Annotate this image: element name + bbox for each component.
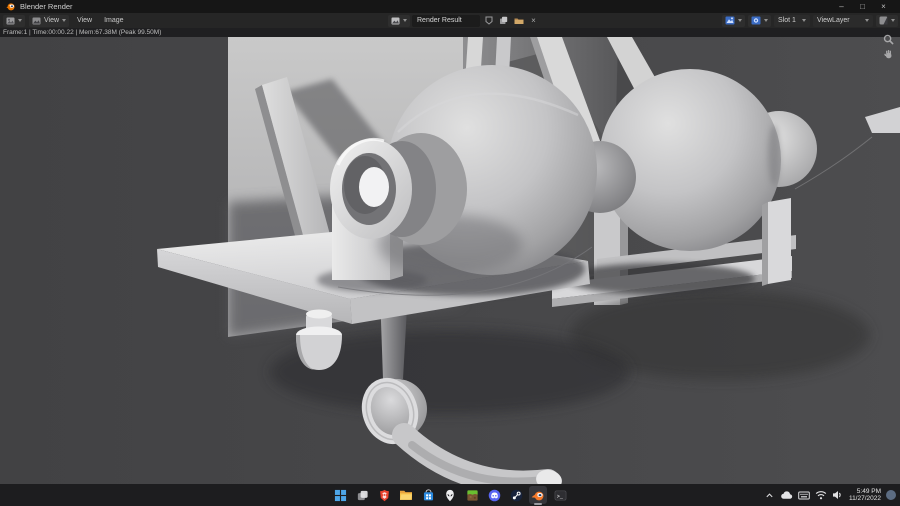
windows-taskbar: >_ 5:49 PM 11/27/2022 [0,484,900,506]
chevron-down-icon [62,19,67,22]
blue-image-icon [725,16,735,25]
image-pin-toggle[interactable] [722,14,745,27]
image-icon [391,17,400,25]
onedrive-cloud-icon[interactable] [781,489,793,501]
render-info-bar: Frame:1 | Time:00:00.22 | Mem:67.38M (Pe… [0,28,900,37]
taskbar-center-icons: >_ [331,486,569,505]
blender-taskbar-icon[interactable] [529,486,547,505]
new-image-icon[interactable] [497,15,510,27]
view-layer-label: ViewLayer [817,17,850,24]
volume-icon[interactable] [832,489,844,501]
menu-image[interactable]: Image [100,17,127,24]
open-image-folder-icon[interactable] [512,15,525,27]
terminal-glyph: >_ [556,493,563,499]
maximize-button[interactable]: □ [852,0,873,13]
image-name-field[interactable]: Render Result [412,14,480,27]
slot-label: Slot 1 [778,17,796,24]
clock-time: 5:49 PM [856,487,881,495]
display-channels-icon [879,16,888,25]
image-datablock-group: Render Result × [388,14,540,27]
render-image [0,37,900,484]
editor-mode-dropdown[interactable]: View [29,14,70,27]
title-bar: Blender Render – □ × [0,0,900,13]
zoom-gizmo-magnifier-icon[interactable] [882,33,895,46]
chevron-down-icon [865,19,869,22]
viewport-gizmos [882,33,895,61]
render-slot-toggle[interactable] [748,14,771,27]
chevron-down-icon [802,19,806,22]
display-channels-dropdown[interactable] [876,14,898,27]
fake-user-icon[interactable] [482,15,495,27]
chevron-down-icon [403,19,407,22]
view-layer-dropdown[interactable]: ViewLayer [813,14,873,27]
chevron-down-icon [18,19,22,22]
start-button[interactable] [331,486,349,504]
pan-gizmo-hand-icon[interactable] [882,48,895,61]
image-icon [32,17,41,25]
taskbar-clock[interactable]: 5:49 PM 11/27/2022 [849,488,881,503]
header-left-group: View View Image [3,14,128,27]
browse-image-button[interactable] [388,14,410,27]
editor-type-button[interactable] [3,14,25,27]
close-button[interactable]: × [873,0,894,13]
chevron-up-icon[interactable] [764,489,776,501]
minimize-button[interactable]: – [831,0,852,13]
clock-date: 11/27/2022 [848,495,881,502]
steam-icon[interactable] [507,486,525,504]
chevron-down-icon [738,19,742,22]
slot-dropdown[interactable]: Slot 1 [774,14,810,27]
header-right-group: Slot 1 ViewLayer [722,14,898,27]
alienware-icon[interactable] [441,486,459,504]
task-view-button[interactable] [353,486,371,504]
notification-badge[interactable] [886,490,896,500]
chevron-down-icon [891,19,895,22]
minecraft-icon[interactable] [463,486,481,504]
blender-logo-icon [6,2,15,11]
chevron-down-icon [764,19,768,22]
image-editor-viewport[interactable] [0,34,900,484]
mode-label: View [44,17,60,24]
image-editor-icon [6,17,15,25]
file-explorer-icon[interactable] [397,486,415,504]
menu-view[interactable]: View [73,17,96,24]
touch-keyboard-icon[interactable] [798,489,810,501]
discord-icon[interactable] [485,486,503,504]
window-title: Blender Render [20,2,73,11]
blue-image-icon [751,16,761,25]
blender-window: Blender Render – □ × View View Image Ren… [0,0,900,506]
window-controls: – □ × [831,0,894,13]
wifi-icon[interactable] [815,489,827,501]
terminal-icon[interactable]: >_ [551,486,569,504]
brave-browser-icon[interactable] [375,486,393,504]
microsoft-store-icon[interactable] [419,486,437,504]
image-editor-header: View View Image Render Result × Slot 1 V… [0,13,900,28]
unlink-image-icon[interactable]: × [527,15,540,27]
system-tray: 5:49 PM 11/27/2022 [764,488,896,503]
